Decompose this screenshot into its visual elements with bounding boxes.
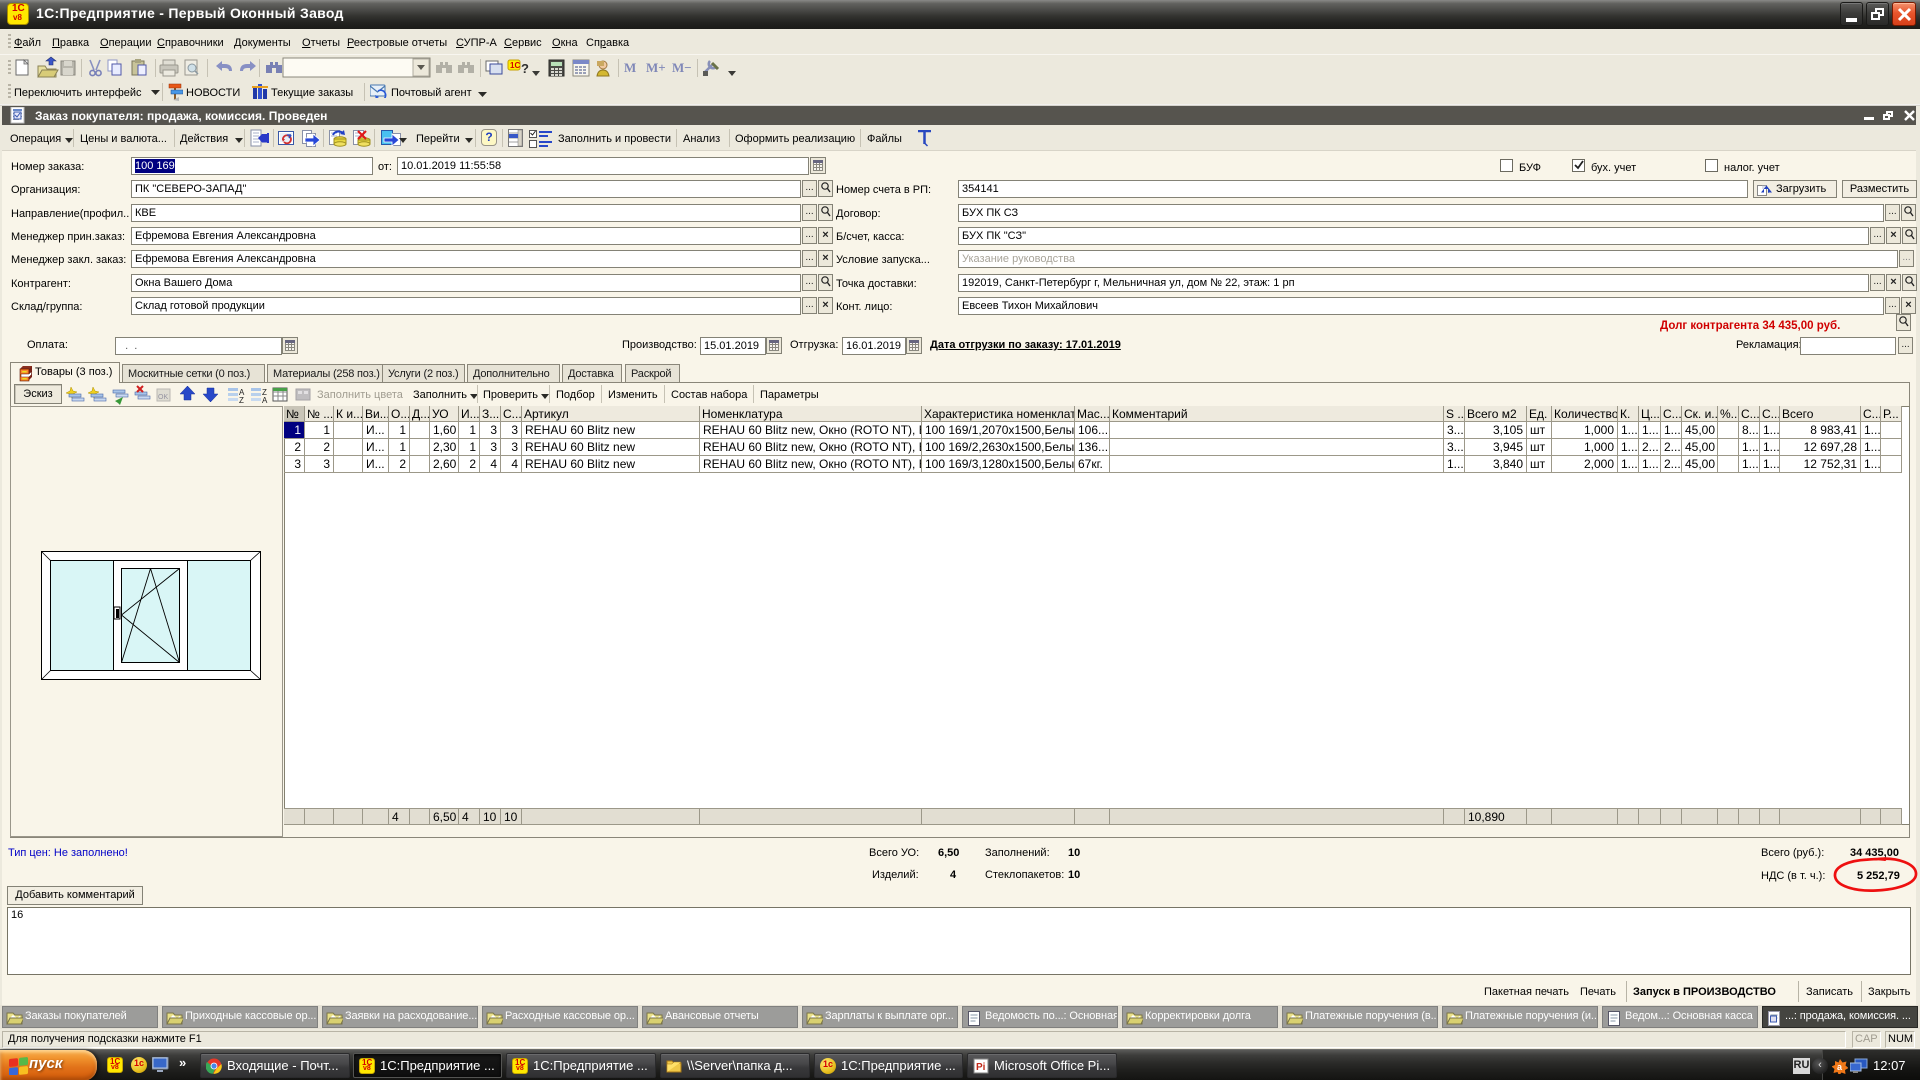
svg-text:Pi: Pi xyxy=(976,1062,986,1073)
svg-text:OK: OK xyxy=(158,394,168,401)
svg-text:1C: 1C xyxy=(510,61,520,70)
svg-text:M: M xyxy=(624,60,636,75)
svg-text:A: A xyxy=(262,396,268,405)
svg-text:M+: M+ xyxy=(646,60,666,75)
svg-text:M−: M− xyxy=(672,60,692,75)
svg-text:Z: Z xyxy=(239,396,244,405)
svg-text:?: ? xyxy=(521,61,529,76)
